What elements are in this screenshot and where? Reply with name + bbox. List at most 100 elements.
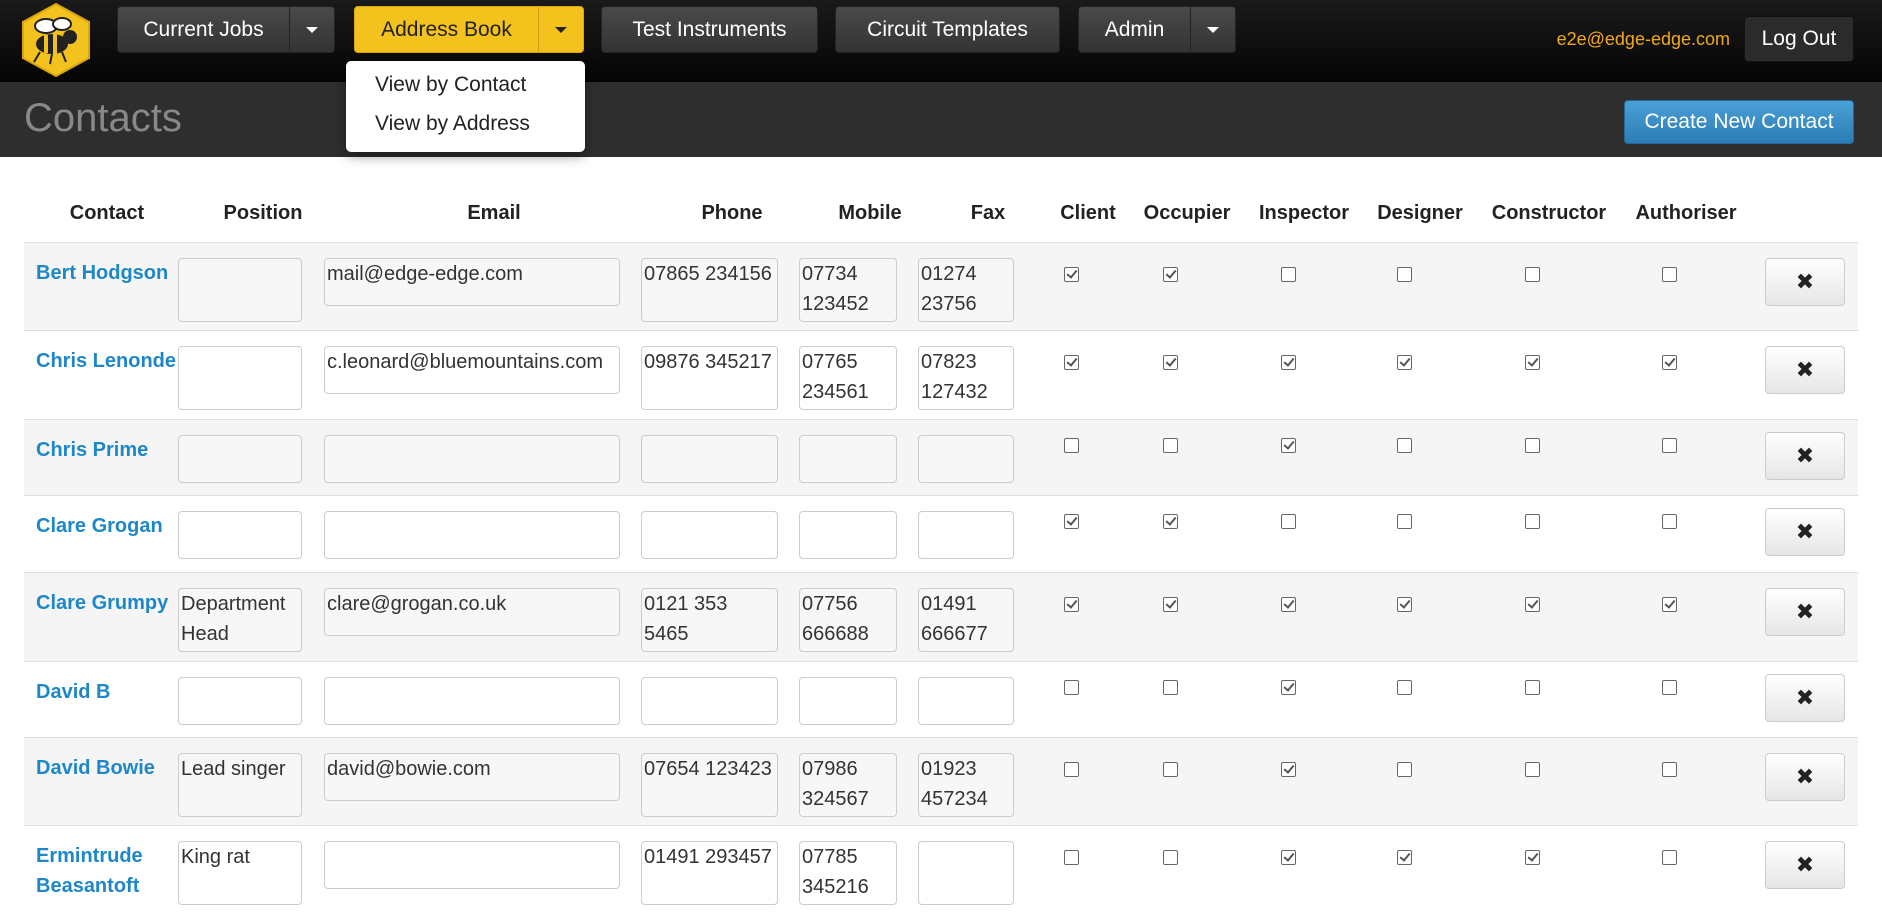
mobile-field[interactable]: 07986 324567	[799, 753, 897, 817]
constructor-checkbox[interactable]	[1525, 762, 1540, 777]
fax-field[interactable]: 07823 127432	[918, 346, 1014, 410]
inspector-checkbox[interactable]	[1281, 680, 1296, 695]
designer-checkbox[interactable]	[1397, 850, 1412, 865]
designer-checkbox[interactable]	[1397, 438, 1412, 453]
contact-name-link[interactable]: Clare Grogan	[36, 511, 176, 541]
nav-current-jobs[interactable]: Current Jobs	[117, 6, 335, 53]
client-checkbox[interactable]	[1064, 514, 1079, 529]
occupier-checkbox[interactable]	[1163, 762, 1178, 777]
position-field[interactable]	[178, 511, 302, 559]
phone-field[interactable]	[641, 677, 778, 725]
contact-name-link[interactable]: Ermintrude Beasantoft	[36, 841, 176, 901]
email-field[interactable]	[324, 435, 620, 483]
mobile-field[interactable]: 07734 123452	[799, 258, 897, 322]
authoriser-checkbox[interactable]	[1662, 597, 1677, 612]
occupier-checkbox[interactable]	[1163, 850, 1178, 865]
email-field[interactable]: mail@edge-edge.com	[324, 258, 620, 306]
phone-field[interactable]	[641, 435, 778, 483]
email-field[interactable]: c.leonard@bluemountains.com	[324, 346, 620, 394]
contact-name-link[interactable]: David Bowie	[36, 753, 176, 783]
occupier-checkbox[interactable]	[1163, 514, 1178, 529]
chevron-down-icon[interactable]	[1190, 7, 1235, 52]
mobile-field[interactable]	[799, 435, 897, 483]
fax-field[interactable]: 01923 457234	[918, 753, 1014, 817]
position-field[interactable]	[178, 677, 302, 725]
nav-address-book[interactable]: Address Book	[354, 6, 584, 53]
delete-contact-button[interactable]: ✖	[1765, 432, 1845, 480]
menu-item-view-by-contact[interactable]: View by Contact	[375, 73, 526, 97]
delete-contact-button[interactable]: ✖	[1765, 841, 1845, 889]
occupier-checkbox[interactable]	[1163, 597, 1178, 612]
inspector-checkbox[interactable]	[1281, 762, 1296, 777]
phone-field[interactable]: 0121 353 5465	[641, 588, 778, 652]
occupier-checkbox[interactable]	[1163, 267, 1178, 282]
client-checkbox[interactable]	[1064, 762, 1079, 777]
authoriser-checkbox[interactable]	[1662, 267, 1677, 282]
inspector-checkbox[interactable]	[1281, 267, 1296, 282]
nav-test-instruments[interactable]: Test Instruments	[601, 6, 818, 53]
constructor-checkbox[interactable]	[1525, 680, 1540, 695]
create-new-contact-button[interactable]: Create New Contact	[1624, 100, 1854, 144]
client-checkbox[interactable]	[1064, 850, 1079, 865]
email-field[interactable]: david@bowie.com	[324, 753, 620, 801]
delete-contact-button[interactable]: ✖	[1765, 753, 1845, 801]
authoriser-checkbox[interactable]	[1662, 514, 1677, 529]
fax-field[interactable]	[918, 677, 1014, 725]
constructor-checkbox[interactable]	[1525, 438, 1540, 453]
designer-checkbox[interactable]	[1397, 680, 1412, 695]
position-field[interactable]	[178, 346, 302, 410]
email-field[interactable]	[324, 841, 620, 889]
mobile-field[interactable]: 07765 234561	[799, 346, 897, 410]
fax-field[interactable]	[918, 841, 1014, 905]
email-field[interactable]	[324, 511, 620, 559]
nav-circuit-templates[interactable]: Circuit Templates	[835, 6, 1060, 53]
designer-checkbox[interactable]	[1397, 355, 1412, 370]
delete-contact-button[interactable]: ✖	[1765, 258, 1845, 306]
client-checkbox[interactable]	[1064, 597, 1079, 612]
position-field[interactable]: King rat	[178, 841, 302, 905]
position-field[interactable]: Lead singer	[178, 753, 302, 817]
contact-name-link[interactable]: Chris Lenonde	[36, 346, 176, 376]
mobile-field[interactable]: 07756 666688	[799, 588, 897, 652]
delete-contact-button[interactable]: ✖	[1765, 508, 1845, 556]
inspector-checkbox[interactable]	[1281, 850, 1296, 865]
phone-field[interactable]: 01491 293457	[641, 841, 778, 905]
chevron-down-icon[interactable]	[538, 7, 583, 52]
designer-checkbox[interactable]	[1397, 514, 1412, 529]
menu-item-view-by-address[interactable]: View by Address	[375, 112, 530, 136]
contact-name-link[interactable]: Chris Prime	[36, 435, 176, 465]
contact-name-link[interactable]: Clare Grumpy	[36, 588, 176, 618]
constructor-checkbox[interactable]	[1525, 514, 1540, 529]
mobile-field[interactable]: 07785 345216	[799, 841, 897, 905]
fax-field[interactable]	[918, 511, 1014, 559]
occupier-checkbox[interactable]	[1163, 355, 1178, 370]
position-field[interactable]: Department Head	[178, 588, 302, 652]
fax-field[interactable]	[918, 435, 1014, 483]
email-field[interactable]	[324, 677, 620, 725]
mobile-field[interactable]	[799, 677, 897, 725]
authoriser-checkbox[interactable]	[1662, 850, 1677, 865]
constructor-checkbox[interactable]	[1525, 355, 1540, 370]
mobile-field[interactable]	[799, 511, 897, 559]
position-field[interactable]	[178, 435, 302, 483]
phone-field[interactable]: 07654 123423	[641, 753, 778, 817]
client-checkbox[interactable]	[1064, 680, 1079, 695]
delete-contact-button[interactable]: ✖	[1765, 674, 1845, 722]
client-checkbox[interactable]	[1064, 267, 1079, 282]
logout-button[interactable]: Log Out	[1744, 16, 1854, 62]
delete-contact-button[interactable]: ✖	[1765, 346, 1845, 394]
bee-logo-icon[interactable]	[20, 2, 92, 78]
phone-field[interactable]: 09876 345217	[641, 346, 778, 410]
authoriser-checkbox[interactable]	[1662, 762, 1677, 777]
constructor-checkbox[interactable]	[1525, 850, 1540, 865]
nav-admin[interactable]: Admin	[1078, 6, 1236, 53]
phone-field[interactable]: 07865 234156	[641, 258, 778, 322]
constructor-checkbox[interactable]	[1525, 597, 1540, 612]
delete-contact-button[interactable]: ✖	[1765, 588, 1845, 636]
phone-field[interactable]	[641, 511, 778, 559]
email-field[interactable]: clare@grogan.co.uk	[324, 588, 620, 636]
inspector-checkbox[interactable]	[1281, 438, 1296, 453]
authoriser-checkbox[interactable]	[1662, 680, 1677, 695]
constructor-checkbox[interactable]	[1525, 267, 1540, 282]
contact-name-link[interactable]: David B	[36, 677, 176, 707]
